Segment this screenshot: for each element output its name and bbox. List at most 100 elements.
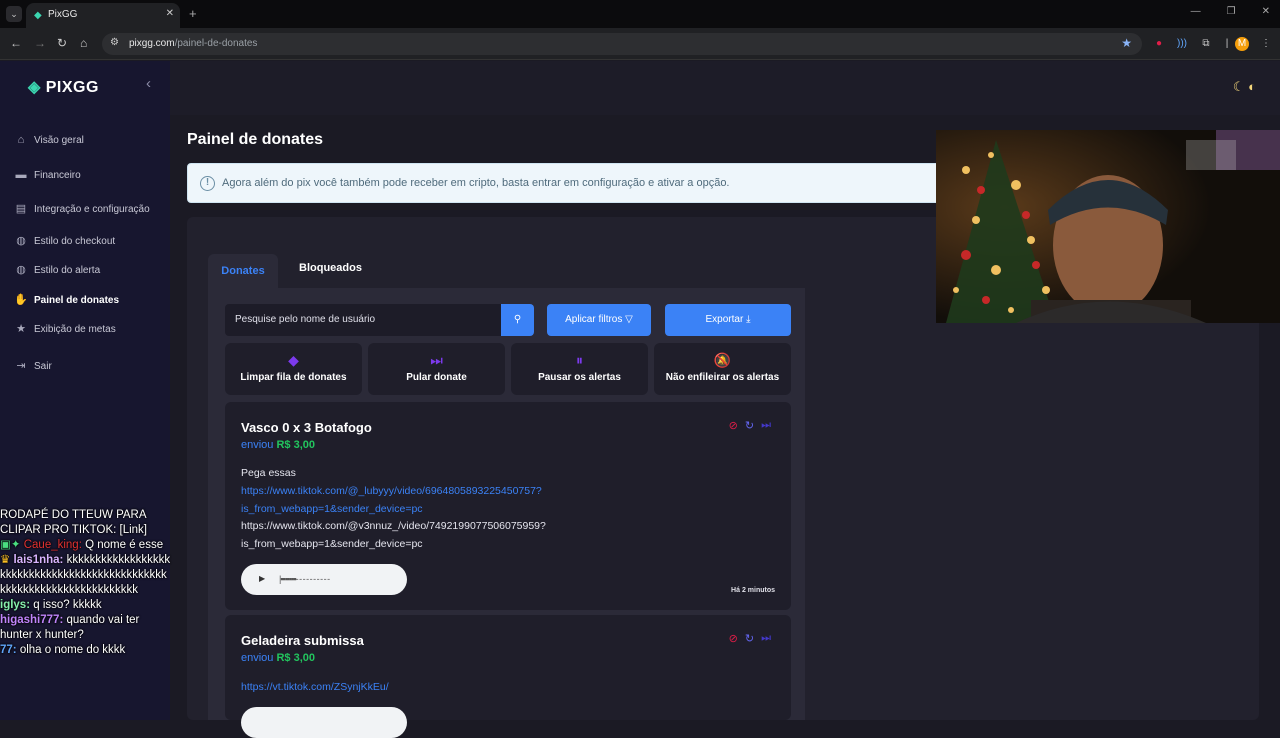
sidebar-item-financeiro[interactable]: ▬ Financeiro [14,169,81,182]
replay-icon[interactable]: ↻ [745,419,754,432]
sidebar-item-visao-geral[interactable]: ⌂ Visão geral [14,134,84,147]
skip-donate-button[interactable]: ⏭ Pular donate [368,343,505,395]
minimize-icon[interactable]: — [1191,6,1201,17]
chat-message: RODAPÉ DO TTEUW PARA CLIPAR PRO TIKTOK: … [0,509,147,536]
address-bar: ← → ↻ ⌂ ⚙ pixgg.com/painel-de-donates ★ … [0,28,1280,60]
page-title: Painel de donates [187,131,324,148]
collapse-sidebar-icon[interactable]: ‹ [146,75,151,92]
donate-link-cont[interactable]: is_from_webapp=1&sender_device=pc [241,503,423,515]
bookmark-star-icon[interactable]: ★ [1121,36,1132,50]
hand-coin-icon: ✋ [14,294,28,306]
no-queue-alerts-button[interactable]: 🔕 Não enfileirar os alertas [654,343,791,395]
donate-amount-line: enviou R$ 3,00 [241,439,316,451]
chat-message: 77: olha o nome do kkkk [0,644,126,656]
sidebar-item-estilo-alerta[interactable]: ◍ Estilo do alerta [14,264,100,277]
bell-off-icon: 🔕 [713,352,732,368]
pause-alerts-button[interactable]: ⏸ Pausar os alertas [511,343,648,395]
block-icon[interactable]: ⊘ [729,419,738,432]
skip-icon: ⏭ [430,352,443,368]
reload-icon[interactable]: ↻ [57,36,67,50]
donate-message: Pega essas [241,467,296,479]
info-icon: ! [200,176,215,191]
tab-bloqueados[interactable]: Bloqueados [299,262,362,274]
skip-icon[interactable]: ⏭ [761,632,771,645]
new-tab-button[interactable]: + [189,6,197,21]
chat-message: iglys: q isso? kkkkk [0,599,102,611]
search-button[interactable]: ⚲ [501,304,534,336]
waveform-icon: |▪▪▪▪▪▪▪- - - - - - - - - - [279,574,330,584]
top-header: ☾ ◐ [170,61,1280,115]
block-icon[interactable]: ⊘ [729,632,738,645]
info-text: Agora além do pix você também pode receb… [222,177,730,189]
replay-icon[interactable]: ↻ [745,632,754,645]
close-window-icon[interactable]: ✕ [1262,6,1270,17]
browser-tab-bar: ⌄ ◆ PixGG ✕ + — ❐ ✕ [0,0,1280,28]
pixgg-favicon-icon: ◆ [34,10,42,21]
home-icon[interactable]: ⌂ [80,36,87,50]
donate-amount: R$ 3,00 [276,439,316,451]
divider-icon: | [1225,38,1229,49]
chat-message: higashi777: quando vai ter hunter x hunt… [0,614,140,641]
forward-icon[interactable]: → [34,36,46,50]
browser-menu-icon[interactable]: ⋮ [1259,37,1273,51]
profile-avatar[interactable]: M [1235,37,1249,51]
skip-icon[interactable]: ⏭ [761,419,771,432]
eraser-icon: ◆ [288,352,299,368]
palette-icon: ◍ [16,235,26,247]
sidebar-item-painel-donates[interactable]: ✋ Painel de donates [14,294,119,307]
palette-icon: ◍ [16,264,26,276]
search-input[interactable]: Pesquise pelo nome de usuário [225,304,502,336]
donate-time: Há 2 minutos [731,587,775,594]
url-path: /painel-de-donates [174,38,258,49]
audio-player[interactable]: ▶ |▪▪▪▪▪▪▪- - - - - - - - - - [241,564,407,595]
settings-icon: ▤ [15,203,27,215]
site-info-icon[interactable]: ⚙ [110,37,119,48]
search-placeholder: Pesquise pelo nome de usuário [235,314,376,325]
webcam-image [936,130,1280,323]
stream-chat-overlay: RODAPÉ DO TTEUW PARA CLIPAR PRO TIKTOK: … [0,508,172,720]
tab-search-button[interactable]: ⌄ [6,6,22,22]
wallet-icon: ▬ [15,169,27,181]
download-icon: ⤓ [746,314,751,325]
chat-message: ♛ lais1nha: kkkkkkkkkkkkkkkkkkkkkkkkkkkk… [0,554,171,596]
tab-title: PixGG [48,9,78,20]
url-field[interactable]: ⚙ pixgg.com/painel-de-donates ★ [102,33,1142,55]
restore-icon[interactable]: ❐ [1227,6,1236,17]
close-tab-icon[interactable]: ✕ [166,8,174,19]
donate-text: https://www.tiktok.com/@v3nnuz_/video/74… [241,520,546,532]
pause-icon: ⏸ [576,352,583,368]
star-icon: ★ [16,323,26,335]
export-button[interactable]: Exportar ⤓ [665,304,791,336]
crown-icon: ♛ [0,554,11,566]
back-icon[interactable]: ← [10,36,22,50]
extension-icon[interactable]: ● [1152,37,1166,51]
tab-donates[interactable]: Donates [208,254,278,288]
badge-icon: ▣✦ [0,539,21,551]
url-domain: pixgg.com [129,38,175,49]
donor-name: Vasco 0 x 3 Botafogo [241,420,372,435]
donate-link[interactable]: https://www.tiktok.com/@_lubyyy/video/69… [241,485,542,497]
sidebar-item-sair[interactable]: ⇥ Sair [14,360,51,373]
donate-card: Vasco 0 x 3 Botafogo enviou R$ 3,00 ⊘ ↻ … [225,402,791,610]
donate-card: Geladeira submissa enviou R$ 3,00 ⊘ ↻ ⏭ … [225,615,791,738]
clear-queue-button[interactable]: ◆ Limpar fila de donates [225,343,362,395]
logout-icon: ⇥ [16,360,26,372]
donor-name: Geladeira submissa [241,633,364,648]
donate-text-cont: is_from_webapp=1&sender_device=pc [241,538,423,550]
audio-player[interactable] [241,707,407,738]
sidebar-item-integracao[interactable]: ▤ Integração e configuração [14,203,150,216]
donate-link[interactable]: https://vt.tiktok.com/ZSynjKkEu/ [241,681,389,693]
search-icon: ⚲ [513,314,522,325]
pixgg-logo[interactable]: ◈ PIXGG [28,77,99,97]
extensions-puzzle-icon[interactable]: ⧉ [1199,37,1213,51]
sidebar-item-metas[interactable]: ★ Exibição de metas [14,323,116,336]
play-icon[interactable]: ▶ [259,574,265,583]
webcam-overlay [936,130,1280,323]
sidebar-item-estilo-checkout[interactable]: ◍ Estilo do checkout [14,235,115,248]
home-icon: ⌂ [17,134,25,146]
apply-filters-button[interactable]: Aplicar filtros ▽ [547,304,651,336]
extension-audio-icon[interactable]: ))) [1175,37,1189,51]
theme-toggle-icon[interactable]: ☾ ◐ [1233,79,1256,95]
browser-tab[interactable]: ◆ PixGG ✕ [26,3,180,28]
info-banner: ! Agora além do pix você também pode rec… [187,163,947,203]
